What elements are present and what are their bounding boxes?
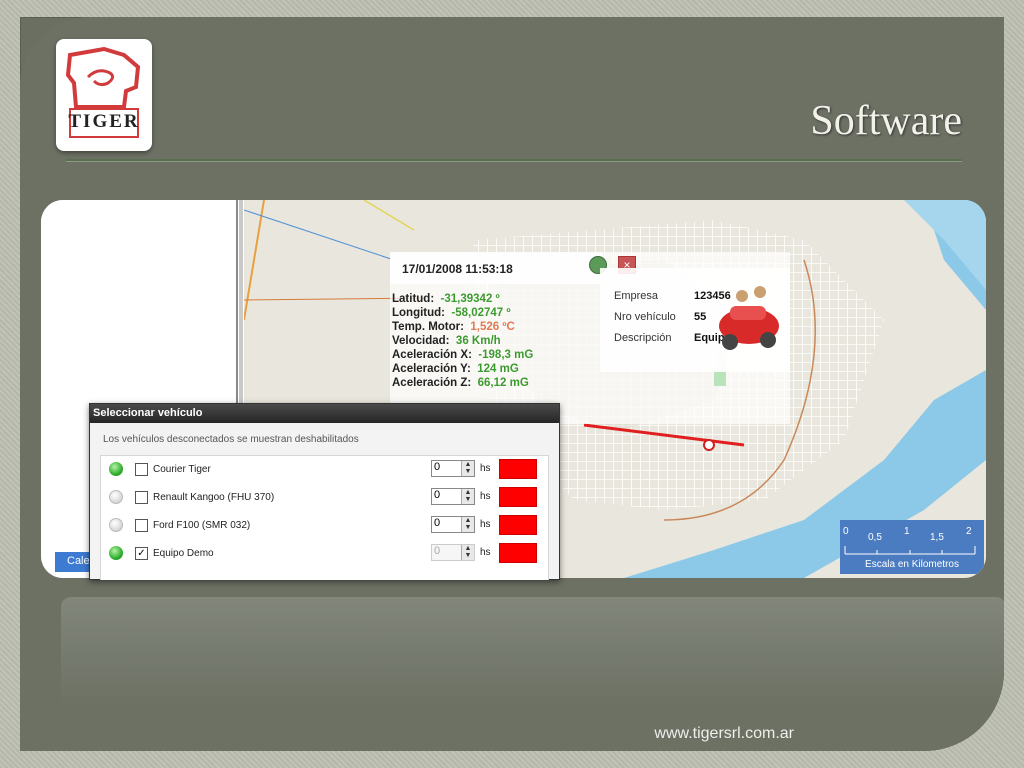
status-online-icon <box>109 546 123 560</box>
vehicle-row-ford-f100[interactable]: Ford F100 (SMR 032) 0 ▲ ▼ hs <box>101 512 548 540</box>
vehicle-row-renault-kangoo[interactable]: Renault Kangoo (FHU 370) 0 ▲ ▼ hs <box>101 484 548 512</box>
telemetry-latitude: Latitud: -31,39342 º <box>392 293 500 305</box>
hours-unit: hs <box>480 547 491 558</box>
vehicle-info-panel: 17/01/2008 11:53:18 × Latitud: -31,39342… <box>390 252 790 424</box>
vehicle-checkbox[interactable] <box>135 491 148 504</box>
footer-url[interactable]: www.tigersrl.com.ar <box>654 725 794 743</box>
vehicle-name: Renault Kangoo (FHU 370) <box>153 492 275 503</box>
slide: TIGER Software Cale 17/01/2008 11:53:18 … <box>20 17 1004 751</box>
scale-tick-2: 1 <box>904 526 910 537</box>
vehicle-name: Equipo Demo <box>153 548 214 559</box>
status-offline-icon <box>109 490 123 504</box>
color-swatch[interactable] <box>499 543 537 563</box>
vehicle-checkbox[interactable] <box>135 519 148 532</box>
hours-spinner[interactable]: 0 ▲ ▼ <box>431 488 475 505</box>
scale-tick-3: 1,5 <box>930 532 944 543</box>
vehicle-list: Courier Tiger 0 ▲ ▼ hs Renault Kangoo (FHU… <box>100 455 549 580</box>
hours-unit: hs <box>480 491 491 502</box>
vehicle-name: Ford F100 (SMR 032) <box>153 520 251 531</box>
vehicle-row-courier-tiger[interactable]: Courier Tiger 0 ▲ ▼ hs <box>101 456 548 484</box>
spinner-arrows-icon: ▲ ▼ <box>461 545 474 560</box>
status-offline-icon <box>109 518 123 532</box>
telemetry-accel-y: Aceleración Y: 124 mG <box>392 363 519 375</box>
timestamp: 17/01/2008 11:53:18 <box>402 262 513 276</box>
spinner-arrows-icon[interactable]: ▲ ▼ <box>461 489 474 504</box>
color-swatch[interactable] <box>499 487 537 507</box>
detail-description: DescripciónEquipo Demo <box>614 332 765 344</box>
hours-spinner[interactable]: 0 ▲ ▼ <box>431 516 475 533</box>
telemetry-accel-z: Aceleración Z: 66,12 mG <box>392 377 529 389</box>
hours-spinner[interactable]: 0 ▲ ▼ <box>431 460 475 477</box>
vehicle-checkbox-checked[interactable]: ✓ <box>135 547 148 560</box>
logo-text: TIGER <box>68 111 140 132</box>
color-swatch[interactable] <box>499 515 537 535</box>
car-icon <box>719 286 779 350</box>
telemetry-list: Latitud: -31,39342 º Longitud: -58,02747… <box>392 292 533 390</box>
color-swatch[interactable] <box>499 459 537 479</box>
select-vehicle-dialog: Seleccionar vehículo Los vehículos desco… <box>89 403 560 580</box>
spinner-arrows-icon[interactable]: ▲ ▼ <box>461 517 474 532</box>
map-scale-bar: 0 0,5 1 1,5 2 Escala en Kilometros <box>840 520 984 574</box>
hours-spinner-disabled: 0 ▲ ▼ <box>431 544 475 561</box>
telemetry-longitude: Longitud: -58,02747 º <box>392 307 511 319</box>
telemetry-accel-x: Aceleración X: -198,3 mG <box>392 349 534 361</box>
detail-company: Empresa 123456 <box>614 290 731 302</box>
vehicle-name: Courier Tiger <box>153 464 211 475</box>
dialog-title[interactable]: Seleccionar vehículo <box>90 404 559 423</box>
detail-vehicle-number: Nro vehículo 55 <box>614 311 707 323</box>
scale-tick-1: 0,5 <box>868 532 882 543</box>
slide-title: Software <box>810 98 962 144</box>
dialog-note: Los vehículos desconectados se muestran … <box>103 434 359 445</box>
scale-tick-4: 2 <box>966 526 972 537</box>
hours-unit: hs <box>480 519 491 530</box>
reflection <box>61 597 1004 707</box>
hours-unit: hs <box>480 463 491 474</box>
status-online-icon <box>109 462 123 476</box>
vehicle-checkbox[interactable] <box>135 463 148 476</box>
vehicle-row-equipo-demo[interactable]: ✓ Equipo Demo 0 ▲ ▼ hs <box>101 540 548 568</box>
tiger-logo: TIGER <box>56 39 152 151</box>
scale-label: Escala en Kilometros <box>865 559 959 570</box>
spinner-arrows-icon[interactable]: ▲ ▼ <box>461 461 474 476</box>
telemetry-engine-temp: Temp. Motor: 1,526 ºC <box>392 321 515 333</box>
scale-tick-0: 0 <box>843 526 849 537</box>
telemetry-speed: Velocidad: 36 Km/h <box>392 335 501 347</box>
title-rule <box>66 159 962 162</box>
scale-ruler <box>844 546 976 555</box>
